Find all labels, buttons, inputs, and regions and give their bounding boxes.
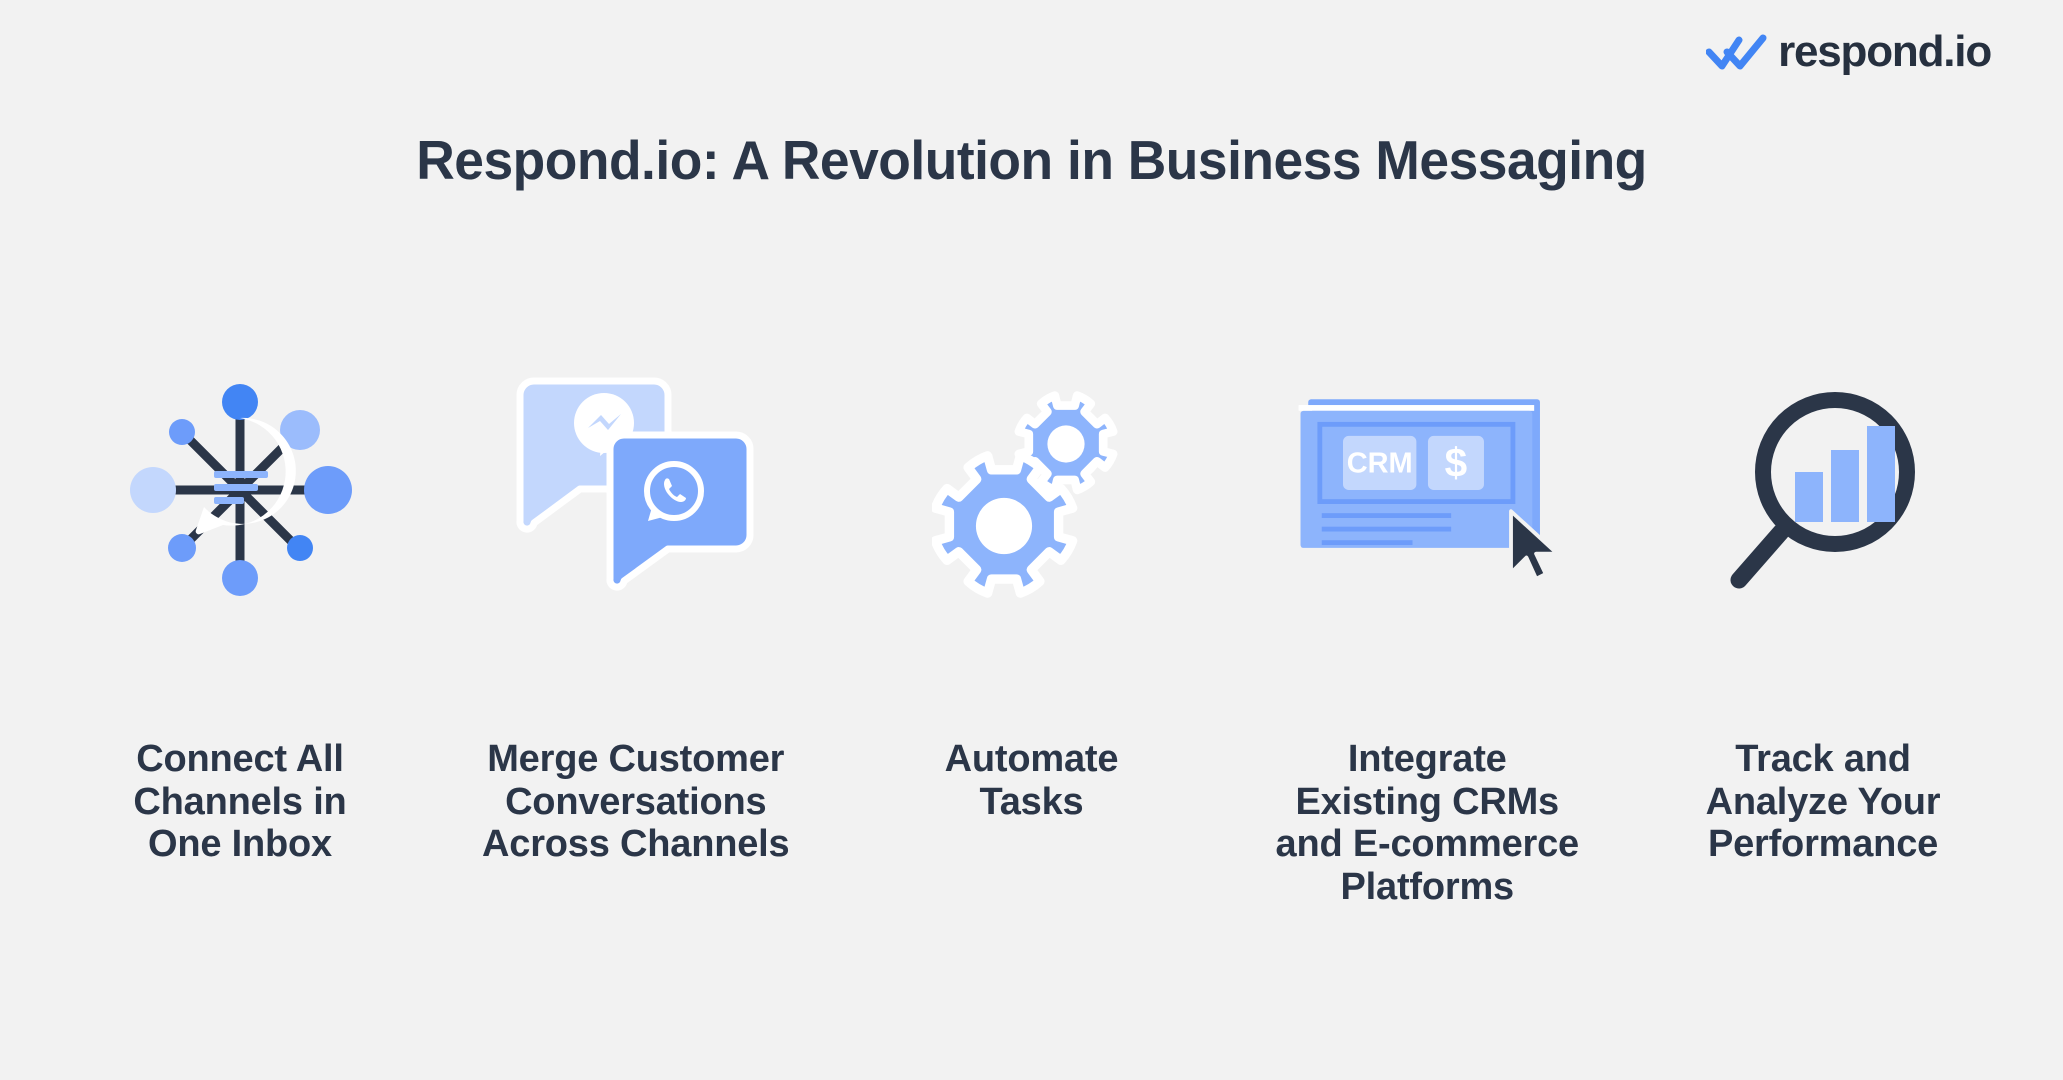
crm-window-cursor-icon: CRM $	[1298, 399, 1560, 581]
feature-art	[496, 370, 776, 610]
brand-logo[interactable]: respond.io	[1706, 27, 1992, 76]
feature-art	[1683, 370, 1963, 610]
dollar-tile-label: $	[1445, 439, 1468, 485]
feature-item-connect-channels: Connect All Channels in One Inbox	[70, 370, 410, 866]
feature-item-track-performance: Track and Analyze Your Performance	[1653, 370, 1993, 866]
infographic-page: respond.io Respond.io: A Revolution in B…	[0, 0, 2063, 1080]
feature-art	[100, 370, 380, 610]
double-check-icon	[1706, 34, 1767, 70]
brand-name: respond.io	[1778, 27, 1992, 76]
feature-item-merge-conversations: Merge Customer Conversations Across Chan…	[466, 370, 806, 866]
feature-item-integrate-crm: CRM $ Integrate Existing CRMs and E-comm…	[1257, 370, 1597, 908]
feature-art: CRM $	[1287, 370, 1567, 610]
magnifier-bar-chart-icon	[1730, 392, 1915, 589]
gears-icon	[931, 391, 1117, 598]
messenger-whatsapp-bubbles-icon	[516, 377, 754, 591]
feature-label: Merge Customer Conversations Across Chan…	[482, 738, 790, 866]
feature-label: Track and Analyze Your Performance	[1705, 738, 1941, 866]
feature-row: Connect All Channels in One Inbox Merge …	[70, 370, 1993, 908]
feature-label: Connect All Channels in One Inbox	[133, 738, 347, 866]
feature-item-automate-tasks: Automate Tasks	[862, 370, 1202, 823]
feature-art	[892, 370, 1172, 610]
crm-tile-label: CRM	[1347, 448, 1413, 480]
page-title: Respond.io: A Revolution in Business Mes…	[416, 129, 1647, 191]
feature-label: Automate Tasks	[944, 738, 1119, 823]
network-speech-bubble-icon	[130, 384, 352, 596]
feature-label: Integrate Existing CRMs and E-commerce P…	[1275, 738, 1580, 908]
